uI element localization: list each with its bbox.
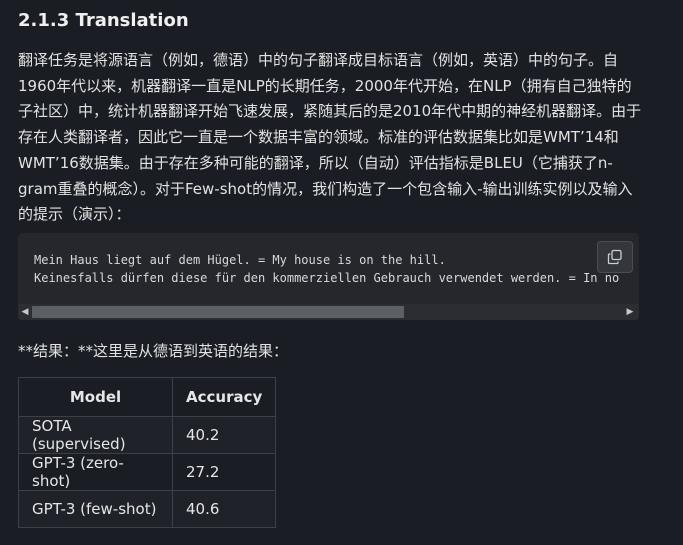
table-row: GPT-3 (zero-shot) 27.2 bbox=[18, 453, 277, 491]
column-header-accuracy: Accuracy bbox=[171, 377, 277, 417]
copy-icon bbox=[607, 249, 622, 265]
code-content[interactable]: Mein Haus liegt auf dem Hügel. = My hous… bbox=[34, 251, 619, 287]
table-row: SOTA (supervised) 40.2 bbox=[18, 416, 277, 454]
code-line: Keinesfalls dürfen diese für den kommerz… bbox=[34, 271, 620, 285]
results-table: Model Accuracy SOTA (supervised) 40.2 GP… bbox=[18, 377, 277, 528]
scroll-left-arrow-icon[interactable]: ◀ bbox=[20, 307, 30, 317]
column-header-model: Model bbox=[18, 377, 173, 417]
cell-accuracy: 40.6 bbox=[171, 490, 277, 528]
scroll-right-arrow-icon[interactable]: ▶ bbox=[625, 307, 635, 317]
code-line: Mein Haus liegt auf dem Hügel. = My hous… bbox=[34, 253, 446, 267]
table-row: GPT-3 (few-shot) 40.6 bbox=[18, 490, 277, 528]
copy-button[interactable] bbox=[597, 241, 633, 273]
section-paragraph: 翻译任务是将源语言（例如，德语）中的句子翻译成目标语言（例如，英语）中的句子。自… bbox=[18, 51, 642, 224]
cell-model: SOTA (supervised) bbox=[18, 416, 173, 454]
cell-model: GPT-3 (zero-shot) bbox=[18, 453, 173, 491]
cell-accuracy: 27.2 bbox=[171, 453, 277, 491]
code-block: Mein Haus liegt auf dem Hügel. = My hous… bbox=[18, 233, 639, 320]
table-header-row: Model Accuracy bbox=[18, 377, 277, 417]
cell-accuracy: 40.2 bbox=[171, 416, 277, 454]
scrollbar-thumb[interactable] bbox=[32, 306, 404, 318]
horizontal-scrollbar[interactable]: ◀ ▶ bbox=[18, 304, 639, 320]
section-heading: 2.1.3 Translation bbox=[18, 10, 189, 31]
cell-model: GPT-3 (few-shot) bbox=[18, 490, 173, 528]
result-text: **结果：**这里是从德语到英语的结果： bbox=[18, 342, 289, 360]
